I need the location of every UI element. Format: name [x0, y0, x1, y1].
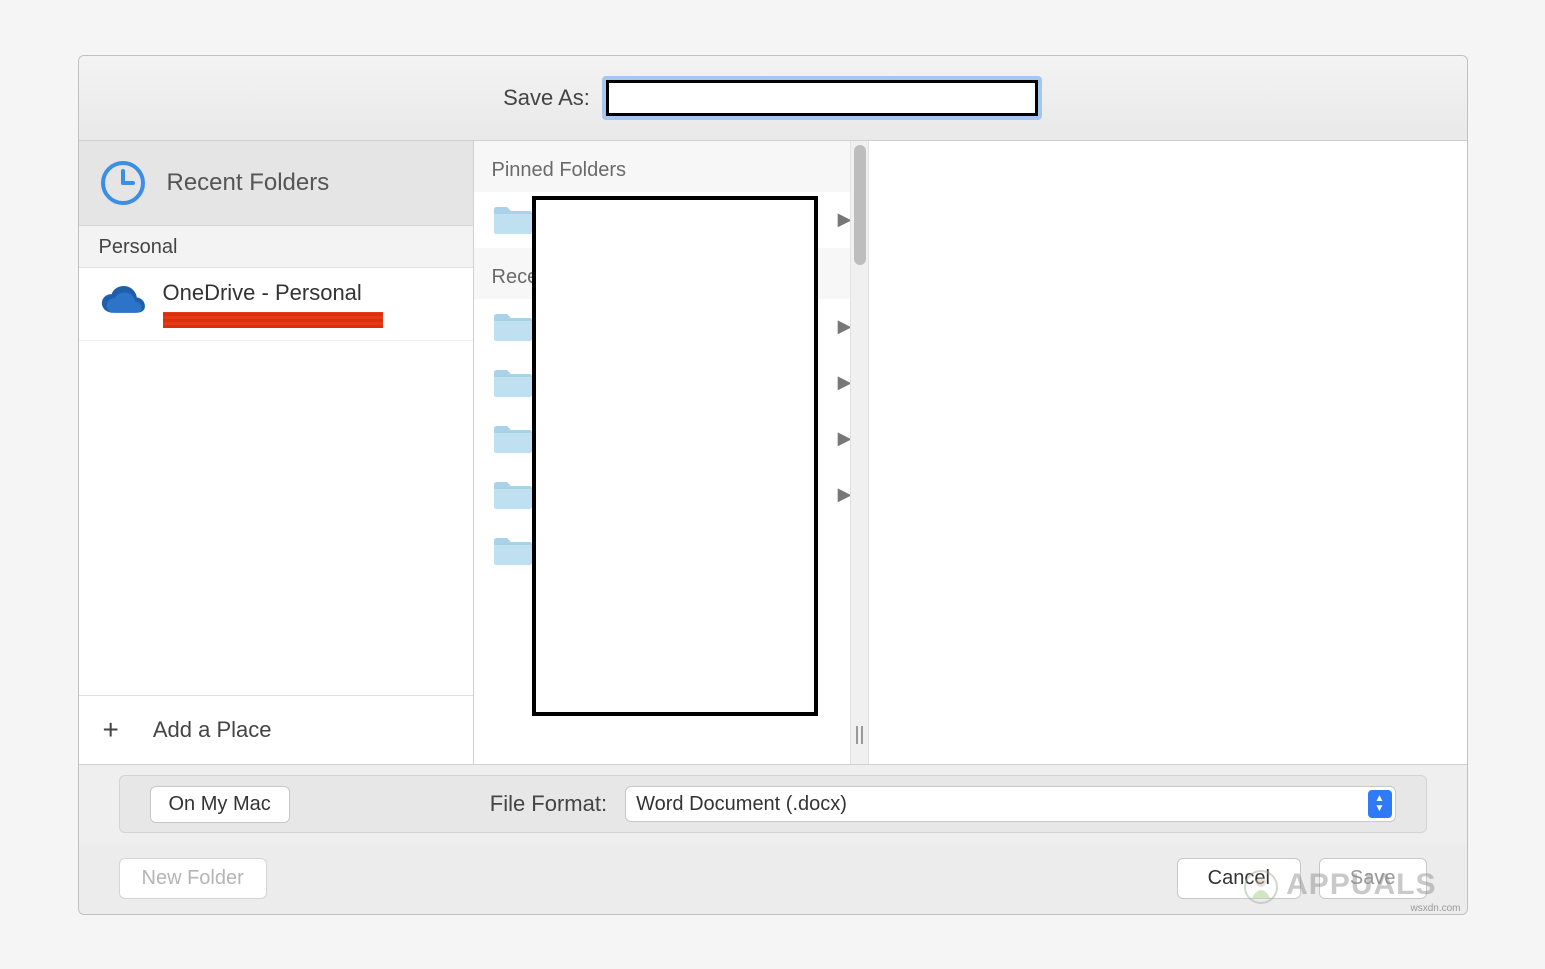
file-format-select[interactable]: Word Document (.docx) ▲▼: [625, 786, 1395, 822]
footer-right: Cancel Save: [1177, 858, 1427, 899]
pinned-folders-header: Pinned Folders: [474, 141, 868, 192]
onedrive-account-redacted: [163, 312, 383, 328]
onedrive-title: OneDrive - Personal: [163, 280, 383, 306]
folder-icon: [492, 479, 534, 511]
recent-folders-label: Recent Folders: [167, 169, 330, 197]
folder-icon: [492, 423, 534, 455]
sidebar: Recent Folders Personal OneDrive - Perso…: [79, 141, 474, 764]
sidebar-item-recent-folders[interactable]: Recent Folders: [79, 141, 473, 226]
add-place-label: Add a Place: [153, 717, 272, 743]
folder-icon: [492, 535, 534, 567]
main-area: Recent Folders Personal OneDrive - Perso…: [79, 141, 1467, 764]
onedrive-icon: [97, 284, 149, 322]
folder-icon: [492, 367, 534, 399]
save-as-row: Save As:: [79, 56, 1467, 141]
format-inner: On My Mac File Format: Word Document (.d…: [119, 775, 1427, 833]
folder-icon: [492, 311, 534, 343]
clock-icon: [99, 159, 147, 207]
save-as-label: Save As:: [503, 85, 590, 111]
save-as-input[interactable]: [606, 80, 1038, 116]
file-format-value: Word Document (.docx): [636, 793, 847, 816]
scrollbar[interactable]: [850, 141, 868, 764]
on-my-mac-button[interactable]: On My Mac: [150, 786, 290, 823]
onedrive-text: OneDrive - Personal: [163, 280, 383, 328]
select-stepper-icon: ▲▼: [1368, 790, 1392, 818]
format-row: On My Mac File Format: Word Document (.d…: [79, 764, 1467, 844]
sidebar-item-onedrive[interactable]: OneDrive - Personal: [79, 268, 473, 341]
plus-icon: +: [103, 714, 119, 746]
redaction-overlay: [532, 196, 818, 716]
sidebar-section-personal: Personal: [79, 226, 473, 268]
new-folder-button[interactable]: New Folder: [119, 858, 267, 899]
preview-pane: [869, 141, 1467, 764]
cancel-button[interactable]: Cancel: [1177, 858, 1301, 899]
folder-list-column: Pinned Folders ▶ Rece ▶ ▶ ▶: [474, 141, 869, 764]
file-format-label: File Format:: [490, 791, 607, 817]
folder-icon: [492, 204, 534, 236]
sidebar-item-add-place[interactable]: + Add a Place: [79, 695, 473, 764]
save-as-input-wrap: [602, 76, 1042, 120]
footer: New Folder Cancel Save APPUALS: [79, 844, 1467, 914]
credit-text: wsxdn.com: [1410, 903, 1460, 914]
scrollbar-resize-handle[interactable]: [853, 726, 867, 744]
save-dialog: Save As: Recent Folders Personal: [78, 55, 1468, 915]
scrollbar-thumb[interactable]: [854, 145, 866, 265]
save-button[interactable]: Save: [1319, 858, 1427, 899]
sidebar-spacer: [79, 341, 473, 695]
